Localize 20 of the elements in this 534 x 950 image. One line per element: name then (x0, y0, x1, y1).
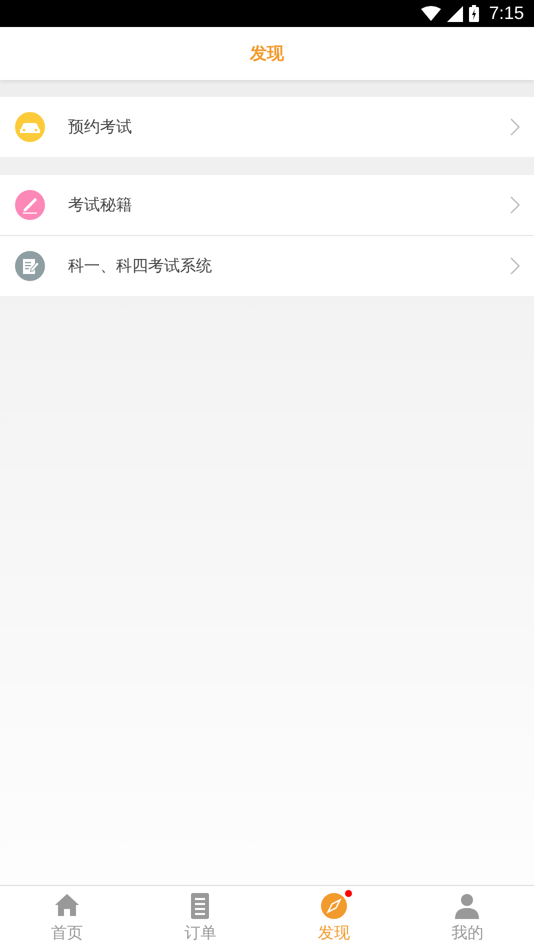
chevron-icon (510, 118, 520, 136)
battery-icon (468, 5, 479, 22)
chevron-icon (510, 257, 520, 275)
page-title: 发现 (250, 43, 284, 65)
person-icon (453, 892, 482, 920)
chevron-icon (510, 196, 520, 214)
item-label: 考试秘籍 (68, 194, 133, 216)
compass-icon (320, 892, 348, 920)
nav-tab[interactable]: 发现 (267, 886, 400, 950)
nav-tab[interactable]: 订单 (134, 886, 267, 950)
list-item[interactable]: 科一、科四考试系统 (0, 235, 534, 296)
wifi-icon (420, 6, 441, 22)
item-label: 科一、科四考试系统 (68, 256, 213, 276)
nav-tab[interactable]: 首页 (0, 886, 134, 950)
list-item[interactable]: 考试秘籍 (0, 175, 534, 235)
nav-tab[interactable]: 我的 (400, 886, 534, 950)
item-label: 预约考试 (68, 116, 133, 138)
signal-icon (446, 6, 463, 22)
status-time: 7:15 (488, 3, 524, 24)
list-item[interactable]: 预约考试 (0, 97, 534, 157)
